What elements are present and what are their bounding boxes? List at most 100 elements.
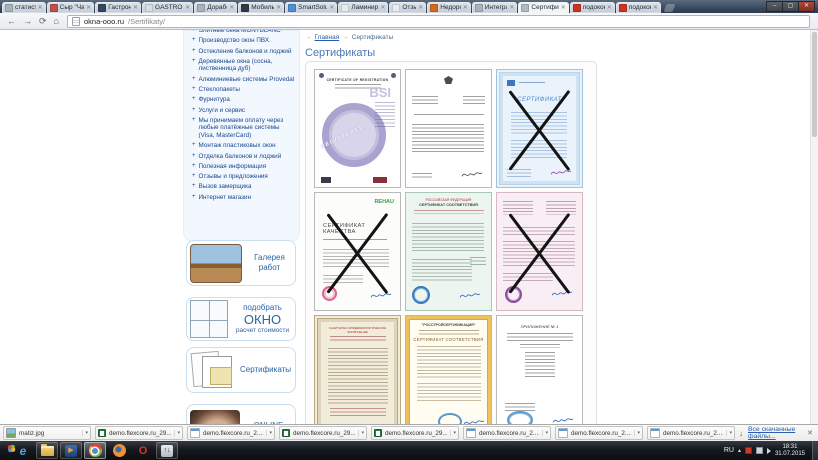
- taskbar-button-start[interactable]: [0, 442, 11, 460]
- downloads-bar-close-icon[interactable]: ✕: [807, 429, 813, 437]
- download-item[interactable]: demo.flexcore.ru_2....html▾: [555, 426, 643, 440]
- browser-tab[interactable]: SmartSolutions✕: [285, 2, 337, 13]
- browser-tab[interactable]: Интеграции✕: [472, 2, 518, 13]
- cert-blue-diploma[interactable]: СЕРТИФИКАТ: [496, 69, 583, 188]
- browser-tab[interactable]: подоконник✕: [616, 2, 661, 13]
- download-caret-icon[interactable]: ▾: [174, 430, 180, 436]
- download-caret-icon[interactable]: ▾: [542, 430, 548, 436]
- tray-volume-icon[interactable]: [767, 448, 771, 454]
- taskbar-button-opera[interactable]: O: [132, 442, 154, 459]
- maximize-button[interactable]: ▢: [782, 1, 798, 12]
- tab-close-icon[interactable]: ✕: [607, 5, 612, 11]
- sidebar-menu-link[interactable]: Отзывы и предложения: [199, 173, 268, 181]
- address-bar[interactable]: okna-ooo.ru/Sertifikaty/: [67, 15, 810, 28]
- sidebar-menu-link[interactable]: Полезная информация: [199, 163, 267, 171]
- sidebar-menu-link[interactable]: Отделка балконов и лоджий: [199, 153, 282, 161]
- language-indicator[interactable]: RU: [724, 447, 734, 454]
- sidebar-menu-link[interactable]: Вызов замерщика: [199, 183, 252, 191]
- sidebar-widget-online[interactable]: ONLINE: [186, 404, 296, 424]
- download-caret-icon[interactable]: ▾: [266, 430, 272, 436]
- new-tab-button[interactable]: [663, 4, 675, 12]
- sidebar-menu-item[interactable]: +Мы принимаем оплату через любые платёжн…: [192, 117, 296, 140]
- sidebar-menu-link[interactable]: Мы принимаем оплату через любые платёжны…: [199, 117, 296, 140]
- browser-tab[interactable]: Ламинирован✕: [338, 2, 388, 13]
- sidebar-menu-item[interactable]: +Стеклопакеты: [192, 86, 296, 94]
- close-button[interactable]: ✕: [798, 1, 815, 12]
- sidebar-menu-item[interactable]: +Монтаж пластиковых окон: [192, 142, 296, 150]
- download-item[interactable]: demo.flexcore.ru_29....csv▾: [279, 426, 367, 440]
- show-desktop-button[interactable]: [812, 441, 818, 460]
- browser-tab[interactable]: Сертификаты✕: [518, 2, 568, 13]
- download-caret-icon[interactable]: ▾: [726, 430, 732, 436]
- sidebar-menu-item[interactable]: +Алюминиевые системы Provedal: [192, 76, 296, 84]
- tab-close-icon[interactable]: ✕: [463, 5, 468, 11]
- tab-close-icon[interactable]: ✕: [86, 5, 91, 11]
- browser-tab[interactable]: Сыр "Чанах"✕: [47, 2, 95, 13]
- forward-icon[interactable]: →: [23, 16, 32, 26]
- tab-close-icon[interactable]: ✕: [418, 5, 423, 11]
- tab-close-icon[interactable]: ✕: [229, 5, 234, 11]
- sidebar-menu-item[interactable]: +Услуги и сервис: [192, 107, 296, 115]
- sidebar-menu-item[interactable]: +Отзывы и предложения: [192, 173, 296, 181]
- taskbar-button-firefox[interactable]: [108, 442, 130, 459]
- taskbar-button-explorer[interactable]: [36, 442, 58, 459]
- tab-close-icon[interactable]: ✕: [329, 5, 334, 11]
- sidebar-menu-item[interactable]: +Деревянные окна (сосна, лиственница дуб…: [192, 58, 296, 73]
- download-item[interactable]: demo.flexcore.ru_29....csv▾: [95, 426, 183, 440]
- cert-rehau-quality[interactable]: REHAUСЕРТИФИКАТ КАЧЕСТВА: [314, 192, 401, 311]
- tab-close-icon[interactable]: ✕: [561, 5, 566, 11]
- page-scrollbar[interactable]: [810, 30, 818, 424]
- sidebar-menu-link[interactable]: Стеклопакеты: [199, 86, 240, 94]
- taskbar-button-ie[interactable]: e: [12, 442, 34, 459]
- sidebar-widget-gallery[interactable]: Галерея работ: [186, 240, 296, 286]
- sidebar-menu-link[interactable]: Остекление балконов и лоджий: [199, 48, 292, 56]
- sidebar-widget-certs[interactable]: Сертификаты: [186, 347, 296, 393]
- sidebar-menu-item[interactable]: +Производство окон ПВХ: [192, 37, 296, 45]
- sidebar-menu-item[interactable]: +Фурнитура: [192, 96, 296, 104]
- cert-pink-document[interactable]: [496, 192, 583, 311]
- sidebar-menu-link[interactable]: Деревянные окна (сосна, лиственница дуб): [199, 58, 296, 73]
- sidebar-menu-link[interactable]: Производство окон ПВХ: [199, 37, 270, 45]
- sidebar-menu-link[interactable]: Интернет магазин: [199, 194, 252, 202]
- download-caret-icon[interactable]: ▾: [82, 430, 88, 436]
- sidebar-menu-link[interactable]: Монтаж пластиковых окон: [199, 142, 276, 150]
- download-item[interactable]: matiz.jpg▾: [3, 426, 91, 440]
- sidebar-menu-link[interactable]: Услуги и сервис: [199, 107, 246, 115]
- taskbar-button-updown[interactable]: ↑↓: [156, 442, 178, 459]
- sidebar-widget-calc[interactable]: подобратьОКНОрасчет стоимости: [186, 297, 296, 341]
- browser-tab[interactable]: статистика✕: [2, 2, 46, 13]
- tab-close-icon[interactable]: ✕: [509, 5, 514, 11]
- show-all-downloads-link[interactable]: Все скачанные файлы...: [748, 426, 802, 440]
- taskbar-button-chrome[interactable]: [84, 442, 106, 459]
- cert-conformity-rf[interactable]: РОССИЙСКАЯ ФЕДЕРАЦИЯСЕРТИФИКАТ СООТВЕТСТ…: [405, 192, 492, 311]
- browser-tab[interactable]: Отзывы✕: [389, 2, 426, 13]
- sidebar-menu-item[interactable]: +Полезная информация: [192, 163, 296, 171]
- download-item[interactable]: demo.flexcore.ru_2....html▾: [463, 426, 551, 440]
- cert-attachment-1[interactable]: ПРИЛОЖЕНИЕ № 1: [496, 315, 583, 424]
- cert-sanitary-conclusion[interactable]: САНИТАРНО-ЭПИДЕМИОЛОГИЧЕСКОЕ ЗАКЛЮЧЕНИЕ: [314, 315, 401, 424]
- download-item[interactable]: demo.flexcore.ru_2....html▾: [647, 426, 735, 440]
- download-item[interactable]: demo.flexcore.ru_29....csv▾: [371, 426, 459, 440]
- cert-bsi-registration[interactable]: CERTIFICATE OF REGISTRATIONBSIREGISTERED: [314, 69, 401, 188]
- tray-app-icon[interactable]: [745, 447, 752, 454]
- tab-close-icon[interactable]: ✕: [276, 5, 281, 11]
- sidebar-menu-item[interactable]: +Интернет магазин: [192, 194, 296, 202]
- taskbar-clock[interactable]: 18:31 31.07.2015: [775, 444, 805, 458]
- reload-icon[interactable]: ⟳: [39, 16, 47, 26]
- sidebar-menu-link[interactable]: Алюминиевые системы Provedal: [199, 76, 295, 84]
- minimize-button[interactable]: –: [766, 1, 782, 12]
- download-caret-icon[interactable]: ▾: [450, 430, 456, 436]
- tab-close-icon[interactable]: ✕: [653, 5, 658, 11]
- download-item[interactable]: demo.flexcore.ru_2....html▾: [187, 426, 275, 440]
- sidebar-menu-link[interactable]: Фурнитура: [199, 96, 230, 104]
- sidebar-menu-item[interactable]: +Вызов замерщика: [192, 183, 296, 191]
- cert-rosstroy-conformity[interactable]: "РОССТРОЙСЕРТИФИКАЦИЯ"СЕРТИФИКАТ СООТВЕТ…: [405, 315, 492, 424]
- browser-tab[interactable]: Недорогие✕: [427, 2, 470, 13]
- back-icon[interactable]: ←: [7, 16, 16, 26]
- home-icon[interactable]: ⌂: [54, 16, 59, 26]
- hidden-icons-caret[interactable]: ▴: [738, 447, 741, 454]
- browser-tab[interactable]: подоконник✕: [570, 2, 615, 13]
- scrollbar-thumb[interactable]: [812, 32, 817, 137]
- browser-tab[interactable]: Мобильный✕: [238, 2, 284, 13]
- browser-tab[interactable]: Гастрономи✕: [95, 2, 141, 13]
